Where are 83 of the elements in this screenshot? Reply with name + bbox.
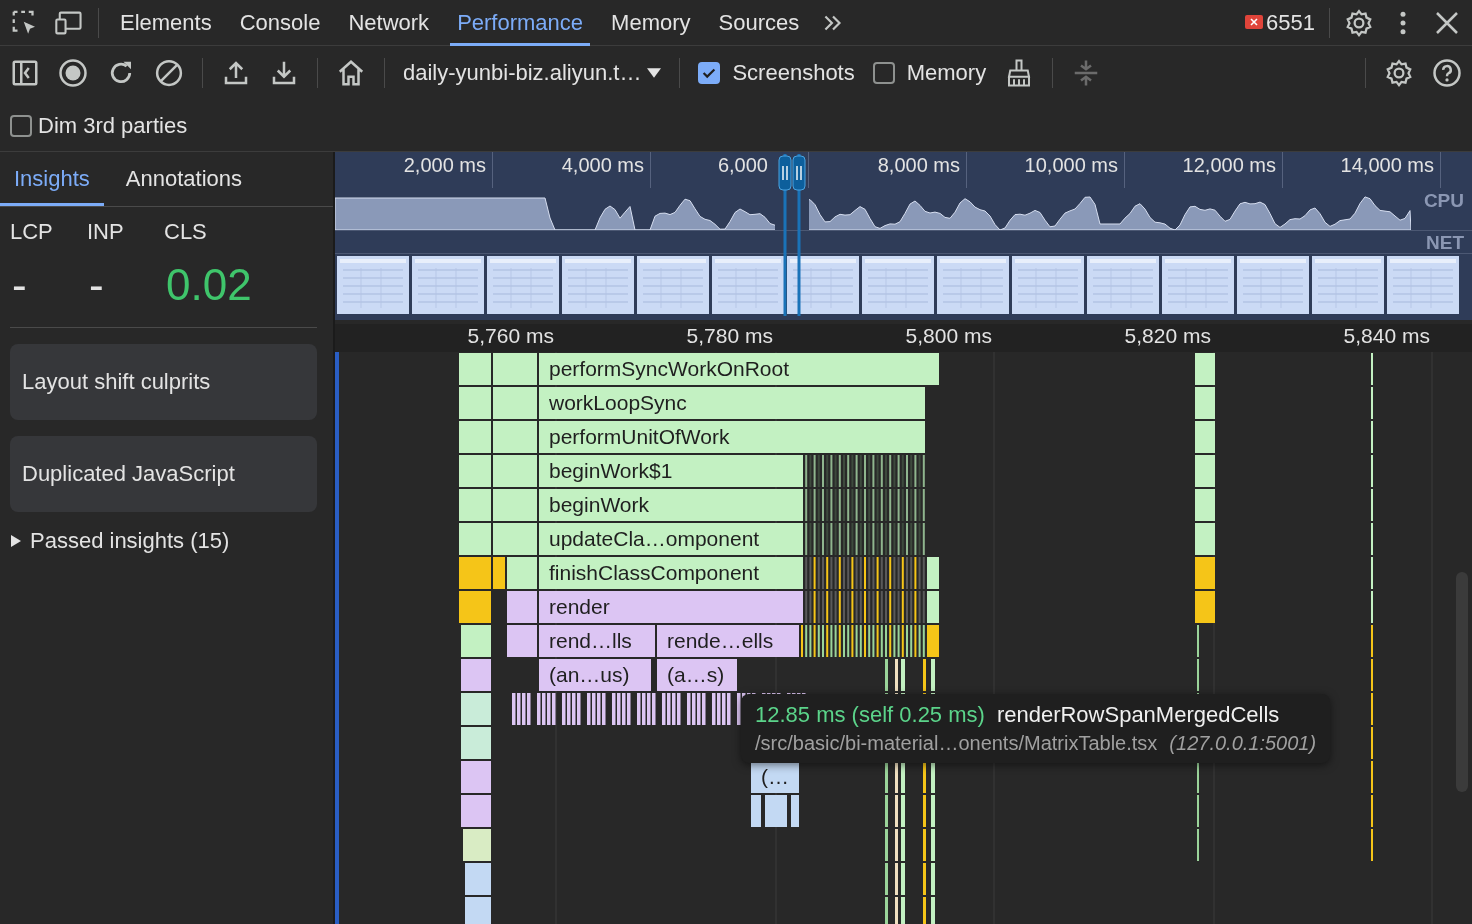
flame-entry[interactable]: workLoopSync	[539, 387, 925, 419]
sidebar-tab[interactable]: Annotations	[111, 152, 257, 206]
source-origin: (127.0.0.1:5001)	[1169, 732, 1317, 755]
screenshot-thumbnail	[1162, 256, 1234, 314]
screenshot-thumbnail	[1387, 256, 1459, 314]
insight-card[interactable]: Layout shift culprits	[10, 344, 317, 420]
screenshot-thumbnail	[1012, 256, 1084, 314]
time-tick: 5,820 ms	[1123, 324, 1212, 349]
settings-icon[interactable]	[1344, 7, 1374, 38]
time-tick: 5,780 ms	[685, 324, 774, 349]
dim-checkbox[interactable]	[10, 114, 32, 137]
source-path: /src/basic/bi-material…onents/MatrixTable.tsx	[755, 732, 1158, 755]
flame-entry[interactable]: performUnitOfWork	[539, 421, 925, 453]
time-tick: 12,000 ms	[1125, 152, 1283, 188]
time-tick: 10,000 ms	[967, 152, 1125, 188]
track-label: NET	[1426, 232, 1464, 254]
home-icon[interactable]	[336, 58, 366, 88]
metric-name: LCP	[10, 219, 54, 245]
help-icon[interactable]	[1432, 58, 1462, 88]
screenshot-thumbnail	[937, 256, 1009, 314]
flame-entry[interactable]: updateCla…omponent	[539, 523, 803, 555]
screenshot-thumbnail	[787, 256, 859, 314]
screenshot-thumbnail	[862, 256, 934, 314]
flame-entry[interactable]: rend…lls	[539, 625, 655, 657]
panel-tab[interactable]: Elements	[113, 0, 219, 46]
panel-tab[interactable]: Sources	[711, 0, 807, 46]
tooltip-duration: 12.85 ms (self 0.25 ms)	[755, 702, 985, 728]
checkbox-label: Memory	[906, 60, 987, 86]
caret-icon	[647, 67, 662, 79]
screenshot-thumbnail	[637, 256, 709, 314]
screenshot-thumbnail	[337, 256, 409, 314]
checkbox-label: Dim 3rd parties	[38, 112, 188, 139]
flame-entry[interactable]: (a…s)	[657, 659, 737, 691]
metric-value: -	[88, 259, 105, 311]
record-icon[interactable]	[58, 58, 88, 88]
memory-checkbox[interactable]	[872, 62, 895, 84]
track-label: CPU	[1423, 190, 1464, 212]
screenshot-thumbnail	[712, 256, 784, 314]
screenshot-thumbnail	[562, 256, 634, 314]
error-icon	[1244, 13, 1265, 32]
time-tick: 2,000 ms	[335, 152, 493, 188]
flame-entry[interactable]: (an…us)	[539, 659, 651, 691]
time-tick: 4,000 ms	[493, 152, 651, 188]
passed-insights-toggle[interactable]: Passed insights (15)	[30, 528, 230, 554]
time-tick: 5,760 ms	[466, 324, 555, 349]
time-tick: 5,800 ms	[904, 324, 993, 349]
url-dropdown[interactable]: daily-yunbi-biz.aliyun.t…	[403, 60, 662, 86]
metric-name: INP	[87, 219, 125, 245]
range-handle[interactable]	[778, 154, 792, 316]
metric-name: CLS	[164, 219, 208, 245]
sidebar-tab[interactable]: Insights	[0, 152, 104, 206]
expand-triangle-icon[interactable]	[10, 534, 22, 548]
sidebar-toggle-icon[interactable]	[10, 58, 40, 88]
flame-bars-drawing	[751, 795, 799, 827]
time-tick: 5,840 ms	[1342, 324, 1431, 349]
checkbox-label: Screenshots	[732, 60, 855, 86]
time-tick: 8,000 ms	[809, 152, 967, 188]
clear-icon[interactable]	[154, 58, 184, 88]
insight-card[interactable]: Duplicated JavaScript	[10, 436, 317, 512]
panel-tab[interactable]: Network	[341, 0, 437, 46]
settings-icon[interactable]	[1384, 58, 1414, 88]
screenshots-checkbox[interactable]	[698, 62, 721, 84]
screenshot-thumbnail	[1087, 256, 1159, 314]
function-name: renderRowSpanMergedCells	[996, 702, 1280, 728]
flame-entry[interactable]: render	[539, 591, 803, 623]
screenshot-thumbnail	[487, 256, 559, 314]
metric-value: -	[11, 259, 28, 311]
error-count[interactable]: 6551	[1266, 9, 1315, 36]
screenshot-thumbnail	[412, 256, 484, 314]
flame-entry[interactable]: performSyncWorkOnRoot	[539, 353, 939, 385]
flame-entry[interactable]: beginWork$1	[539, 455, 803, 487]
flame-entry[interactable]: rende…ells	[657, 625, 799, 657]
time-tick: 14,000 ms	[1283, 152, 1441, 188]
flame-entry[interactable]: (…	[751, 761, 799, 793]
screenshot-thumbnail	[1237, 256, 1309, 314]
panel-tab[interactable]: Memory	[604, 0, 698, 46]
flame-entry[interactable]: finishClassComponent	[539, 557, 803, 589]
range-handle[interactable]	[792, 154, 806, 316]
flame-entry[interactable]: beginWork	[539, 489, 803, 521]
panel-tab[interactable]: Performance	[450, 0, 591, 46]
metric-value: 0.02	[165, 259, 253, 311]
panel-tab[interactable]: Console	[232, 0, 328, 46]
screenshot-thumbnail	[1312, 256, 1384, 314]
